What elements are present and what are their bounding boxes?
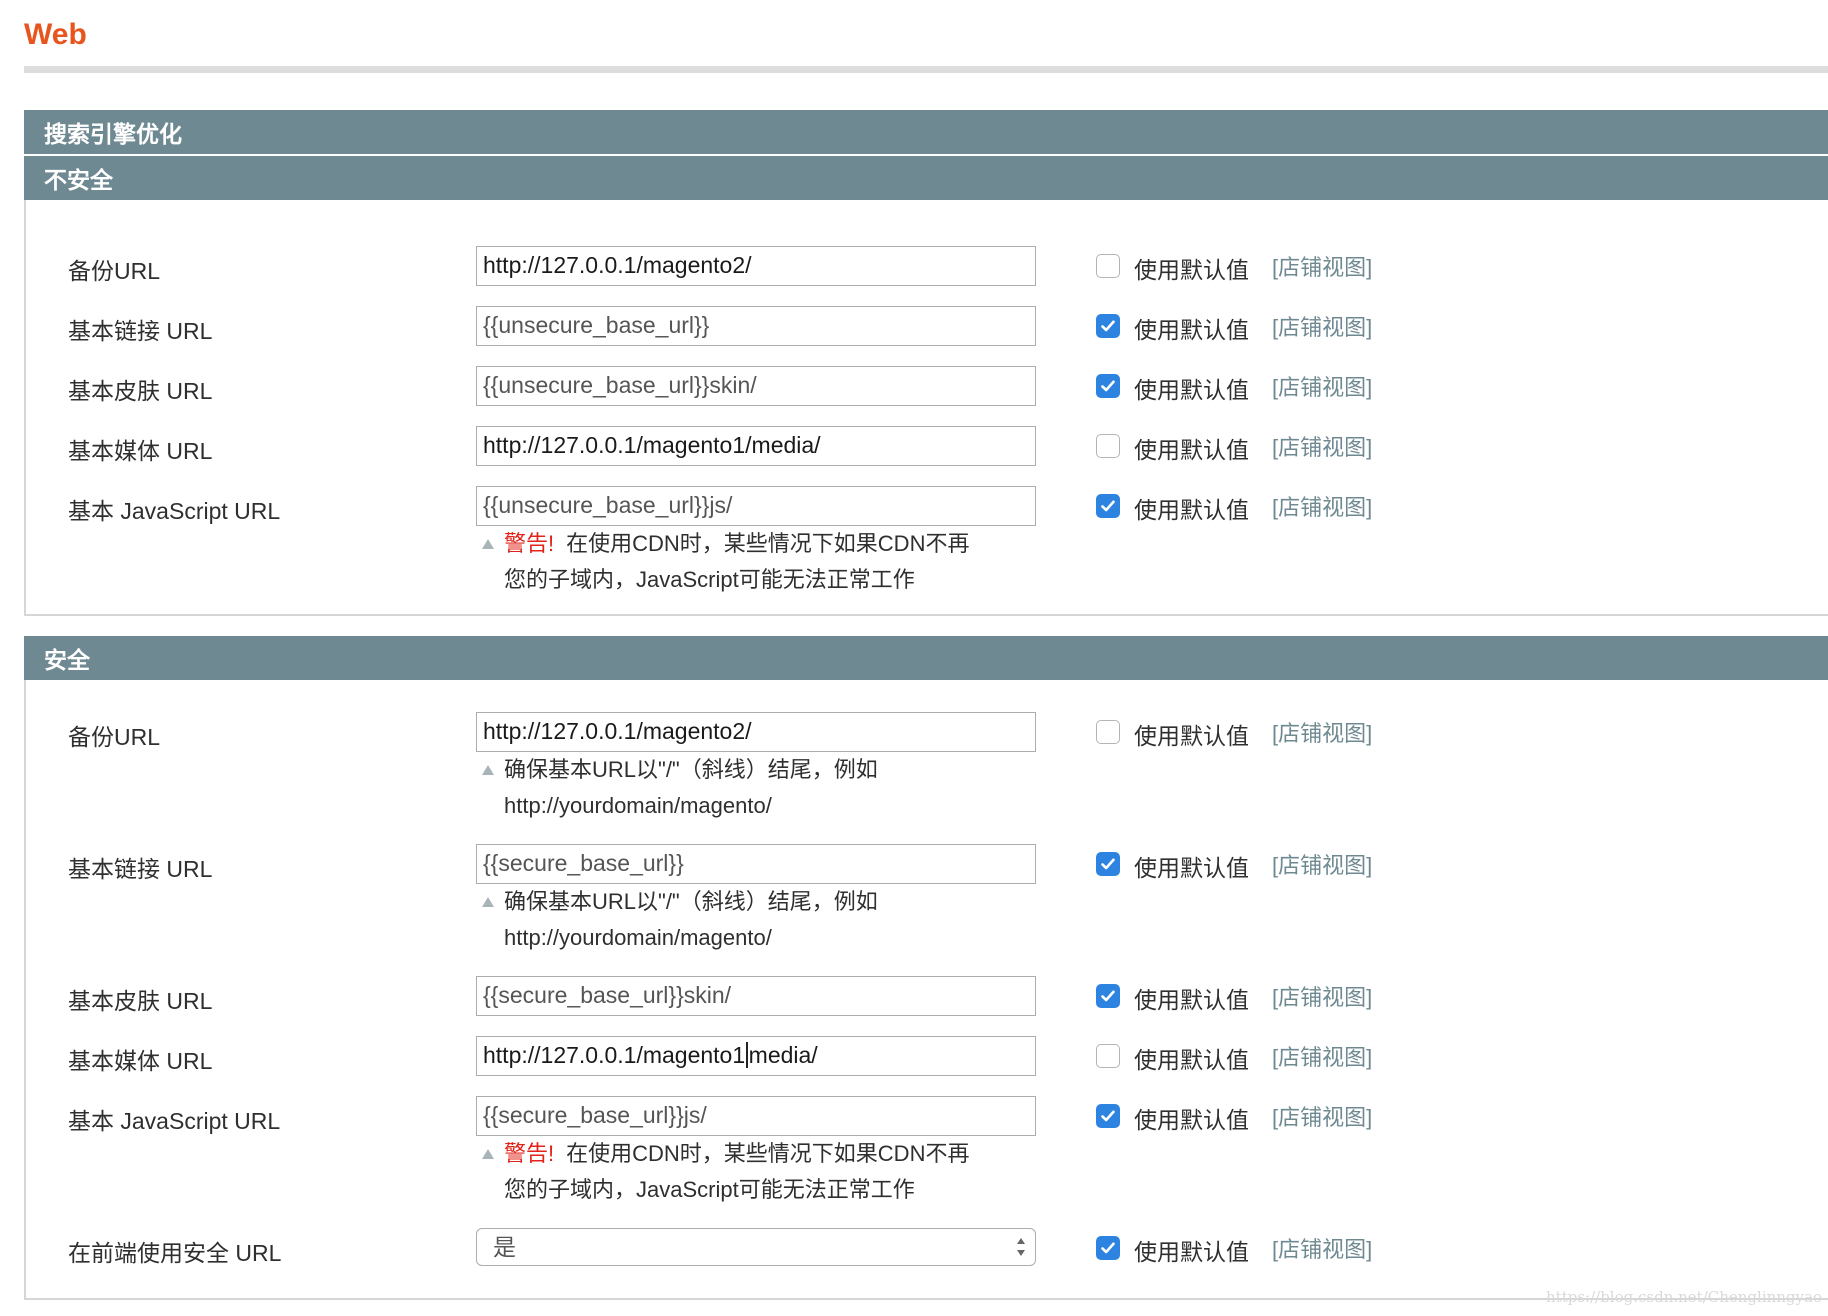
use-default-label: 使用默认值 [1134, 257, 1249, 283]
page-title: Web [24, 18, 87, 51]
use-default-checkbox[interactable] [1096, 1044, 1120, 1068]
note-arrow-icon [482, 897, 494, 907]
field-label: 基本媒体 URL [68, 1048, 213, 1074]
scope-label: [店铺视图] [1272, 375, 1373, 400]
base-skin-url-input[interactable]: {{secure_base_url}}skin/ [476, 976, 1036, 1016]
select-value: 是 [493, 1234, 516, 1260]
url-hint-note: 确保基本URL以"/"（斜线）结尾，例如 http://yourdomain/m… [482, 884, 1044, 956]
select-arrows-icon [1017, 1238, 1025, 1256]
hint-line-2: http://yourdomain/magento/ [504, 793, 772, 818]
input-text-after-caret: media/ [748, 1042, 818, 1068]
field-label: 备份URL [68, 258, 161, 284]
warning-line-1: 在使用CDN时，某些情况下如果CDN不再 [566, 1141, 970, 1166]
use-default-label: 使用默认值 [1134, 497, 1249, 523]
use-default-checkbox[interactable] [1096, 720, 1120, 744]
checkmark-icon [1101, 1242, 1115, 1254]
base-js-url-input[interactable]: {{secure_base_url}}js/ [476, 1096, 1036, 1136]
use-secure-frontend-select[interactable]: 是 [476, 1228, 1036, 1266]
hint-line-1: 确保基本URL以"/"（斜线）结尾，例如 [504, 757, 878, 782]
warning-prefix: 警告! [504, 531, 555, 556]
warning-line-2: 您的子域内，JavaScript可能无法正常工作 [504, 567, 915, 592]
use-default-label: 使用默认值 [1134, 723, 1249, 749]
scope-label: [店铺视图] [1272, 1105, 1373, 1130]
checkmark-icon [1101, 500, 1115, 512]
hint-line-1: 确保基本URL以"/"（斜线）结尾，例如 [504, 889, 878, 914]
field-label: 基本链接 URL [68, 318, 213, 344]
scope-label: [店铺视图] [1272, 721, 1373, 746]
base-media-url-input[interactable]: http://127.0.0.1/magento1 media/ [476, 1036, 1036, 1076]
use-default-checkbox[interactable] [1096, 314, 1120, 338]
scope-label: [店铺视图] [1272, 853, 1373, 878]
backup-url-input[interactable]: http://127.0.0.1/magento2/ [476, 712, 1036, 752]
watermark: https://blog.csdn.net/Chenglinngyao [1546, 1288, 1822, 1306]
scope-label: [店铺视图] [1272, 1045, 1373, 1070]
use-default-checkbox[interactable] [1096, 1104, 1120, 1128]
use-default-label: 使用默认值 [1134, 855, 1249, 881]
note-arrow-icon [482, 765, 494, 775]
checkmark-icon [1101, 858, 1115, 870]
backup-url-input[interactable]: http://127.0.0.1/magento2/ [476, 246, 1036, 286]
field-label: 在前端使用安全 URL [68, 1240, 282, 1266]
base-js-url-input[interactable]: {{unsecure_base_url}}js/ [476, 486, 1036, 526]
warning-prefix: 警告! [504, 1141, 555, 1166]
use-default-checkbox[interactable] [1096, 984, 1120, 1008]
use-default-label: 使用默认值 [1134, 987, 1249, 1013]
cdn-warning-note: 警告! 在使用CDN时，某些情况下如果CDN不再 您的子域内，JavaScript… [482, 1136, 1044, 1208]
checkmark-icon [1101, 990, 1115, 1002]
scope-label: [店铺视图] [1272, 1237, 1373, 1262]
warning-line-1: 在使用CDN时，某些情况下如果CDN不再 [566, 531, 970, 556]
scope-label: [店铺视图] [1272, 315, 1373, 340]
hint-line-2: http://yourdomain/magento/ [504, 925, 772, 950]
note-arrow-icon [482, 539, 494, 549]
base-skin-url-input[interactable]: {{unsecure_base_url}}skin/ [476, 366, 1036, 406]
input-text-before-caret: http://127.0.0.1/magento1 [483, 1042, 746, 1068]
use-default-checkbox[interactable] [1096, 434, 1120, 458]
use-default-checkbox[interactable] [1096, 254, 1120, 278]
warning-line-2: 您的子域内，JavaScript可能无法正常工作 [504, 1177, 915, 1202]
title-divider [24, 66, 1828, 73]
note-arrow-icon [482, 1149, 494, 1159]
scope-label: [店铺视图] [1272, 435, 1373, 460]
field-label: 备份URL [68, 724, 161, 750]
field-label: 基本 JavaScript URL [68, 1108, 281, 1134]
use-default-label: 使用默认值 [1134, 1047, 1249, 1073]
scope-label: [店铺视图] [1272, 985, 1373, 1010]
field-label: 基本媒体 URL [68, 438, 213, 464]
text-caret [746, 1042, 748, 1068]
secure-panel: 备份URL http://127.0.0.1/magento2/ 使用默认值 [… [24, 680, 1828, 1300]
base-link-url-input[interactable]: {{unsecure_base_url}} [476, 306, 1036, 346]
use-default-label: 使用默认值 [1134, 317, 1249, 343]
section-header-secure[interactable]: 安全 [24, 636, 1828, 680]
scope-label: [店铺视图] [1272, 255, 1373, 280]
field-label: 基本链接 URL [68, 856, 213, 882]
url-hint-note: 确保基本URL以"/"（斜线）结尾，例如 http://yourdomain/m… [482, 752, 1044, 824]
field-label: 基本 JavaScript URL [68, 498, 281, 524]
checkmark-icon [1101, 320, 1115, 332]
section-header-seo[interactable]: 搜索引擎优化 [24, 110, 1828, 154]
use-default-label: 使用默认值 [1134, 437, 1249, 463]
use-default-label: 使用默认值 [1134, 1107, 1249, 1133]
base-link-url-input[interactable]: {{secure_base_url}} [476, 844, 1036, 884]
field-label: 基本皮肤 URL [68, 378, 213, 404]
base-media-url-input[interactable]: http://127.0.0.1/magento1/media/ [476, 426, 1036, 466]
use-default-checkbox[interactable] [1096, 494, 1120, 518]
scope-label: [店铺视图] [1272, 495, 1373, 520]
checkmark-icon [1101, 380, 1115, 392]
use-default-label: 使用默认值 [1134, 1239, 1249, 1265]
section-header-unsecure[interactable]: 不安全 [24, 156, 1828, 200]
cdn-warning-note: 警告! 在使用CDN时，某些情况下如果CDN不再 您的子域内，JavaScript… [482, 526, 1044, 598]
use-default-checkbox[interactable] [1096, 852, 1120, 876]
use-default-checkbox[interactable] [1096, 1236, 1120, 1260]
checkmark-icon [1101, 1110, 1115, 1122]
unsecure-panel: 备份URL http://127.0.0.1/magento2/ 使用默认值 [… [24, 200, 1828, 616]
use-default-checkbox[interactable] [1096, 374, 1120, 398]
field-label: 基本皮肤 URL [68, 988, 213, 1014]
use-default-label: 使用默认值 [1134, 377, 1249, 403]
